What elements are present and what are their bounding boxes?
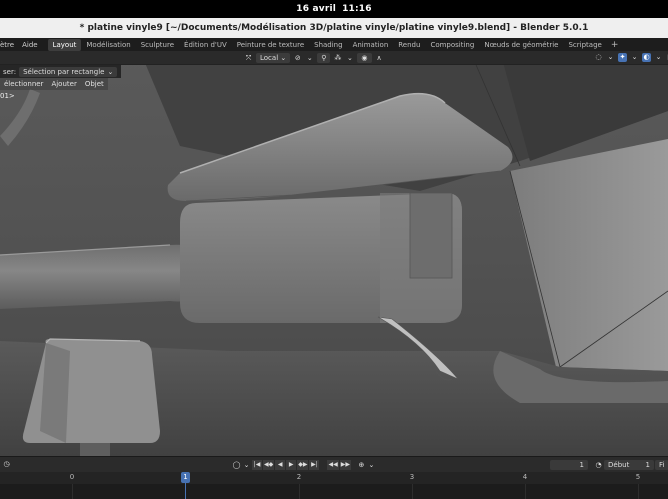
transform-orientation-dropdown[interactable]: Local ⌄ bbox=[256, 53, 291, 63]
viewport-menu: électionner Ajouter Objet bbox=[0, 78, 108, 90]
window-title-bar: * platine vinyle9 [~/Documents/Modélisat… bbox=[0, 18, 668, 38]
next-keyframe-icon[interactable]: ◆▶ bbox=[297, 460, 309, 470]
window-title: * platine vinyle9 [~/Documents/Modélisat… bbox=[79, 23, 589, 33]
overlay-toggle-icon[interactable]: ◐ bbox=[642, 53, 651, 62]
snap-icon: ⚲ bbox=[321, 54, 327, 62]
menu-help[interactable]: Aide bbox=[18, 41, 41, 49]
viewport-overlay-text: 01> bbox=[0, 92, 15, 100]
jump-start-icon[interactable]: |◀ bbox=[252, 460, 262, 470]
tab-texture-paint[interactable]: Peinture de texture bbox=[232, 39, 309, 51]
tab-geometry-nodes[interactable]: Nœuds de géométrie bbox=[479, 39, 563, 51]
ruler-tick: 3 bbox=[409, 473, 415, 481]
tab-animation[interactable]: Animation bbox=[348, 39, 394, 51]
os-time: 11:16 bbox=[342, 4, 372, 14]
tab-rendering[interactable]: Rendu bbox=[393, 39, 425, 51]
ruler-tick: 0 bbox=[69, 473, 75, 481]
visibility-icon[interactable]: ◌ bbox=[594, 53, 603, 62]
tab-sculpting[interactable]: Sculpture bbox=[136, 39, 179, 51]
tab-uv-editing[interactable]: Édition d'UV bbox=[179, 39, 232, 51]
workspace-tabs-bar: ètre Aide Layout Modélisation Sculpture … bbox=[0, 38, 668, 51]
select-mode-dropdown[interactable]: Sélection par rectangle ⌄ bbox=[19, 66, 118, 77]
keying-icon[interactable]: ⊕ bbox=[357, 461, 366, 470]
menu-add[interactable]: Ajouter bbox=[47, 80, 80, 88]
chevron-down-icon: ⌄ bbox=[655, 53, 662, 61]
tab-modeling[interactable]: Modélisation bbox=[81, 39, 135, 51]
pivot-icon[interactable]: ⊘ bbox=[293, 54, 302, 63]
gizmo-toggle-icon[interactable]: ✦ bbox=[618, 53, 627, 62]
tab-compositing[interactable]: Compositing bbox=[425, 39, 479, 51]
menu-window-partial[interactable]: ètre bbox=[0, 41, 18, 49]
menu-select[interactable]: électionner bbox=[0, 80, 47, 88]
ruler-tick: 5 bbox=[635, 473, 641, 481]
chevron-down-icon: ⌄ bbox=[607, 53, 614, 61]
timeline[interactable]: 0 2 3 4 5 1 bbox=[0, 472, 668, 499]
chevron-down-icon: ⌄ bbox=[631, 53, 638, 61]
transform-orientation-icon: ⤧ bbox=[245, 53, 252, 62]
playhead[interactable]: 1 bbox=[181, 472, 190, 483]
proportional-edit-toggle[interactable]: ◉ bbox=[357, 53, 372, 63]
record-icon[interactable]: ◯ bbox=[232, 461, 241, 470]
frame-end-field[interactable]: Fi bbox=[655, 460, 668, 470]
proportional-falloff-icon[interactable]: ∧ bbox=[375, 54, 384, 63]
play-icon[interactable]: ▶ bbox=[286, 460, 297, 470]
prev-frame-icon[interactable]: ◀◀ bbox=[327, 460, 339, 470]
viewport-scene bbox=[0, 51, 668, 456]
timeline-header: ◷ ◯ ⌄ |◀ ◀◆ ◀ ▶ ◆▶ ▶| ◀◀ ▶▶ ⊕ ⌄ 1 ◔ Débu… bbox=[0, 456, 668, 472]
clock-icon[interactable]: ◔ bbox=[594, 461, 603, 470]
timeline-grid bbox=[0, 484, 668, 499]
ruler-tick: 2 bbox=[296, 473, 302, 481]
os-date: 16 avril bbox=[296, 4, 337, 14]
menu-object[interactable]: Objet bbox=[81, 80, 108, 88]
play-reverse-icon[interactable]: ◀ bbox=[275, 460, 286, 470]
tab-layout[interactable]: Layout bbox=[47, 38, 82, 51]
viewport-header: ⤧ Local ⌄ ⊘ ⌄ ⚲ ⁂ ⌄ ◉ ∧ ◌ ⌄ ✦ ⌄ ◐ ⌄ ▣ bbox=[0, 51, 668, 65]
ruler-tick: 4 bbox=[522, 473, 528, 481]
chevron-down-icon: ⌄ bbox=[346, 53, 353, 62]
playhead-line bbox=[185, 483, 186, 499]
timeline-ruler[interactable]: 0 2 3 4 5 bbox=[0, 472, 668, 484]
os-top-bar: 16 avril 11:16 bbox=[0, 0, 668, 18]
chevron-down-icon: ⌄ bbox=[306, 53, 313, 62]
add-workspace-button[interactable]: + bbox=[607, 40, 623, 50]
prev-keyframe-icon[interactable]: ◀◆ bbox=[263, 460, 275, 470]
editor-type-icon[interactable]: ◷ bbox=[2, 460, 11, 469]
chevron-down-icon: ⌄ bbox=[280, 54, 287, 62]
chevron-down-icon: ⌄ bbox=[368, 460, 375, 469]
chevron-down-icon: ⌄ bbox=[243, 460, 250, 469]
current-frame-field[interactable]: 1 bbox=[550, 460, 588, 470]
select-mode-label: ser: bbox=[3, 67, 17, 76]
frame-start-field[interactable]: Début 1 bbox=[604, 460, 654, 470]
snap-toggle[interactable]: ⚲ bbox=[317, 53, 331, 63]
3d-viewport[interactable] bbox=[0, 51, 668, 456]
tab-shading[interactable]: Shading bbox=[309, 39, 347, 51]
snap-target-icon[interactable]: ⁂ bbox=[333, 54, 342, 63]
jump-end-icon[interactable]: ▶| bbox=[309, 460, 320, 470]
chevron-down-icon: ⌄ bbox=[107, 67, 114, 76]
proportional-edit-icon: ◉ bbox=[361, 54, 368, 62]
tab-scripting[interactable]: Scriptage bbox=[563, 39, 606, 51]
next-frame-icon[interactable]: ▶▶ bbox=[339, 460, 351, 470]
tool-header: ser: Sélection par rectangle ⌄ bbox=[0, 65, 122, 78]
